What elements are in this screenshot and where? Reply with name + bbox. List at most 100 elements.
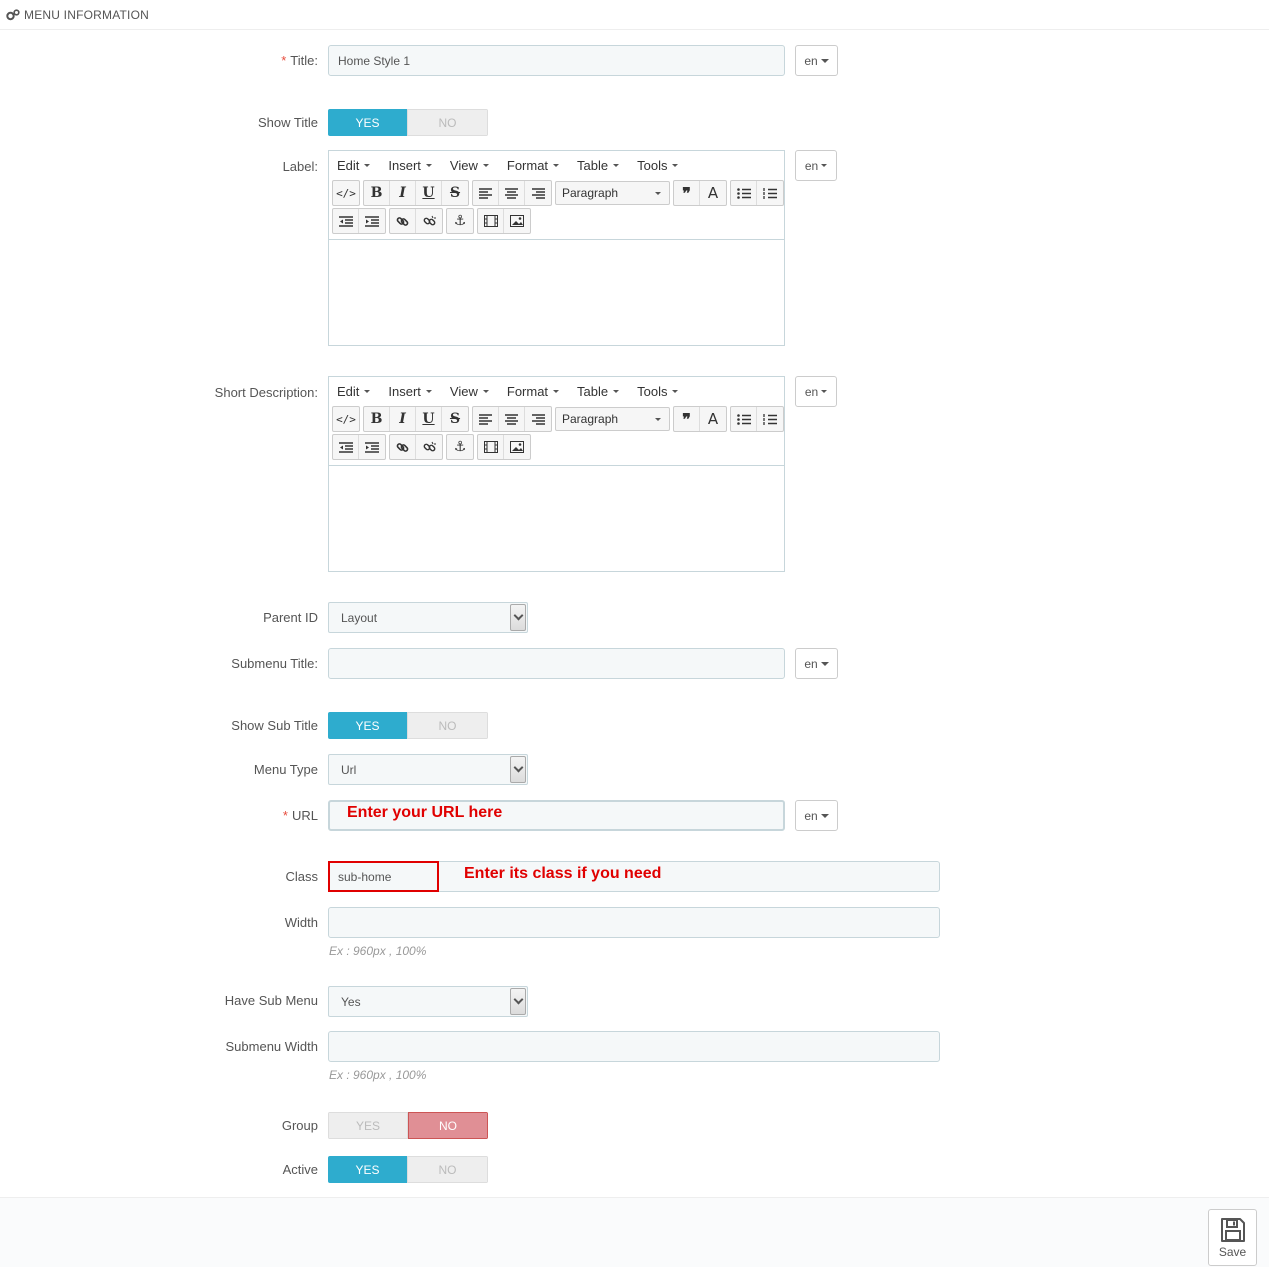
short-description-editor[interactable]: Edit Insert View Format Table Tools </> …	[328, 376, 785, 572]
bullet-list-icon[interactable]	[731, 181, 757, 205]
menu-type-select[interactable]: Url	[328, 754, 528, 785]
url-annotation: Enter your URL here	[347, 804, 503, 821]
short-description-lang-dropdown[interactable]: en	[795, 376, 837, 407]
image-icon[interactable]	[504, 209, 530, 233]
indent-icon[interactable]	[359, 435, 385, 459]
anchor-icon[interactable]: ⚓	[447, 209, 473, 233]
align-center-icon[interactable]	[499, 407, 525, 431]
underline-icon[interactable]: U	[416, 407, 442, 431]
show-title-toggle[interactable]: YES NO	[328, 109, 488, 136]
menu-view[interactable]: View	[450, 158, 489, 173]
chevron-down-icon[interactable]	[510, 604, 526, 631]
menu-tools[interactable]: Tools	[637, 158, 679, 173]
show-sub-title-label: Show Sub Title	[231, 718, 318, 733]
group-label: Group	[281, 1118, 318, 1133]
short-description-edit-area[interactable]	[329, 465, 784, 571]
submenu-title-input[interactable]	[328, 648, 785, 679]
show-sub-title-yes[interactable]: YES	[328, 712, 407, 739]
media-icon[interactable]	[478, 435, 504, 459]
menu-table[interactable]: Table	[577, 158, 620, 173]
show-title-no[interactable]: NO	[407, 109, 488, 136]
group-no[interactable]: NO	[408, 1112, 488, 1139]
group-yes[interactable]: YES	[328, 1112, 408, 1139]
menu-edit[interactable]: Edit	[337, 158, 371, 173]
strikethrough-icon[interactable]: S	[442, 407, 468, 431]
outdent-icon[interactable]	[333, 209, 359, 233]
link-icon[interactable]	[390, 435, 416, 459]
align-left-icon[interactable]	[473, 181, 499, 205]
align-center-icon[interactable]	[499, 181, 525, 205]
caret-down-icon	[820, 813, 829, 818]
menu-format[interactable]: Format	[507, 158, 560, 173]
label-editor[interactable]: Edit Insert View Format Table Tools </> …	[328, 150, 785, 346]
show-sub-title-toggle[interactable]: YES NO	[328, 712, 488, 739]
title-input[interactable]: Home Style 1	[328, 45, 785, 76]
blockquote-icon[interactable]: ❞	[674, 407, 700, 431]
menu-tools[interactable]: Tools	[637, 384, 679, 399]
anchor-icon[interactable]: ⚓	[447, 435, 473, 459]
short-description-label: Short Description:	[214, 385, 318, 400]
numbered-list-icon[interactable]	[757, 181, 783, 205]
text-color-icon[interactable]: A	[700, 407, 726, 431]
italic-icon[interactable]: I	[390, 181, 416, 205]
show-sub-title-no[interactable]: NO	[407, 712, 488, 739]
unlink-icon[interactable]	[416, 209, 442, 233]
menu-view[interactable]: View	[450, 384, 489, 399]
blockquote-icon[interactable]: ❞	[674, 181, 700, 205]
active-no[interactable]: NO	[407, 1156, 488, 1183]
label-lang-dropdown[interactable]: en	[795, 150, 837, 181]
align-right-icon[interactable]	[525, 181, 551, 205]
menu-format[interactable]: Format	[507, 384, 560, 399]
label-edit-area[interactable]	[329, 239, 784, 345]
submenu-width-label: Submenu Width	[225, 1039, 319, 1054]
show-title-yes[interactable]: YES	[328, 109, 407, 136]
url-lang-dropdown[interactable]: en	[795, 800, 838, 831]
chevron-down-icon[interactable]	[510, 756, 526, 783]
indent-icon[interactable]	[359, 209, 385, 233]
submenu-title-label: Submenu Title:	[231, 656, 318, 671]
source-code-icon[interactable]: </>	[333, 407, 359, 431]
block-format-select[interactable]: Paragraph	[555, 407, 670, 431]
url-label: * URL	[282, 808, 318, 823]
class-annotation: Enter its class if you need	[464, 865, 662, 882]
align-left-icon[interactable]	[473, 407, 499, 431]
active-toggle[interactable]: YES NO	[328, 1156, 488, 1183]
show-title-label: Show Title	[258, 115, 318, 130]
caret-down-icon	[820, 58, 829, 63]
caret-down-icon	[821, 390, 828, 393]
title-lang-dropdown[interactable]: en	[795, 45, 838, 76]
save-button[interactable]: Save	[1208, 1209, 1257, 1266]
italic-icon[interactable]: I	[390, 407, 416, 431]
numbered-list-icon[interactable]	[757, 407, 783, 431]
bullet-list-icon[interactable]	[731, 407, 757, 431]
active-yes[interactable]: YES	[328, 1156, 407, 1183]
menu-insert[interactable]: Insert	[388, 158, 432, 173]
bold-icon[interactable]: B	[364, 407, 390, 431]
bold-icon[interactable]: B	[364, 181, 390, 205]
menu-insert[interactable]: Insert	[388, 384, 432, 399]
parent-id-select[interactable]: Layout	[328, 602, 528, 633]
width-hint: Ex : 960px , 100%	[329, 944, 427, 958]
underline-icon[interactable]: U	[416, 181, 442, 205]
image-icon[interactable]	[504, 435, 530, 459]
block-format-select[interactable]: Paragraph	[555, 181, 670, 205]
outdent-icon[interactable]	[333, 435, 359, 459]
unlink-icon[interactable]	[416, 435, 442, 459]
have-sub-menu-select[interactable]: Yes	[328, 986, 528, 1017]
menu-table[interactable]: Table	[577, 384, 620, 399]
have-sub-menu-label: Have Sub Menu	[224, 993, 318, 1008]
submenu-title-lang-dropdown[interactable]: en	[795, 648, 838, 679]
group-toggle[interactable]: YES NO	[328, 1112, 488, 1139]
media-icon[interactable]	[478, 209, 504, 233]
link-icon[interactable]	[390, 209, 416, 233]
chevron-down-icon[interactable]	[510, 988, 526, 1015]
width-input[interactable]	[328, 907, 940, 938]
source-code-icon[interactable]: </>	[333, 181, 359, 205]
title-label: * Title:	[281, 53, 318, 68]
text-color-icon[interactable]: A	[700, 181, 726, 205]
menu-edit[interactable]: Edit	[337, 384, 371, 399]
align-right-icon[interactable]	[525, 407, 551, 431]
editor-toolbar-row-1: </> B I U S Paragraph ❞ A	[329, 405, 784, 433]
strikethrough-icon[interactable]: S	[442, 181, 468, 205]
submenu-width-input[interactable]	[328, 1031, 940, 1062]
